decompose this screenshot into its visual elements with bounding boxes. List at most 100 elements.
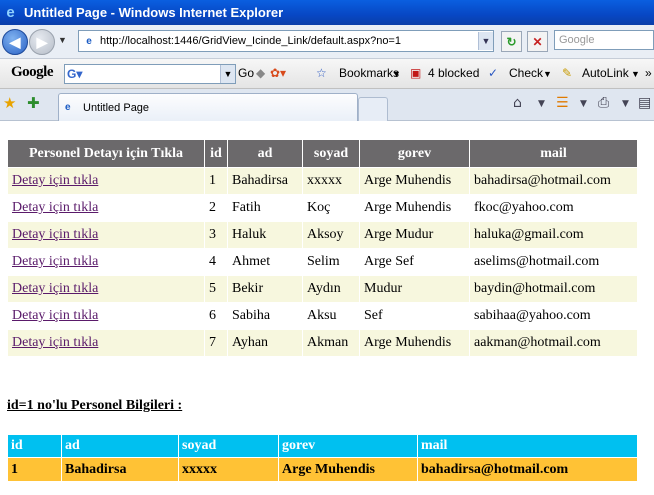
cell-mail: fkoc@yahoo.com xyxy=(469,194,638,222)
cell-ad: Haluk xyxy=(227,221,303,249)
check-dropdown-icon[interactable]: ▼ xyxy=(543,69,552,79)
print-icon[interactable]: ⎙ xyxy=(598,95,609,111)
address-input[interactable]: e http://localhost:1446/GridView_Icinde_… xyxy=(78,30,494,52)
cell-ad: Ayhan xyxy=(227,329,303,357)
popup-blocker-icon: ▣ xyxy=(410,66,422,80)
cell-gorev: Sef xyxy=(359,302,470,330)
cell-ad: Fatih xyxy=(227,194,303,222)
cell-id: 7 xyxy=(204,329,228,357)
cell-ad: Bekir xyxy=(227,275,303,303)
cell-id: 1 xyxy=(204,167,228,195)
forward-button[interactable]: ▶ xyxy=(29,29,55,55)
detail-link[interactable]: Detay için tıkla xyxy=(12,227,98,242)
refresh-button[interactable]: ↻ xyxy=(501,31,522,52)
autolink-icon: ✎ xyxy=(562,66,573,80)
detail-cell-mail: bahadirsa@hotmail.com xyxy=(417,457,638,482)
google-logo-text: Google xyxy=(11,64,54,80)
table-row: Detay için tıkla 7 Ayhan Akman Arge Muhe… xyxy=(7,329,638,357)
cell-soyad: Aksoy xyxy=(302,221,360,249)
cell-soyad: xxxxx xyxy=(302,167,360,195)
detail-link[interactable]: Detay için tıkla xyxy=(12,281,98,296)
table-row: Detay için tıkla 5 Bekir Aydın Mudur bay… xyxy=(7,275,638,303)
cell-soyad: Selim xyxy=(302,248,360,276)
cell-id: 3 xyxy=(204,221,228,249)
favorites-star-icon[interactable]: ★ xyxy=(3,94,16,112)
detail-heading: id=1 no'lu Personel Bilgileri : xyxy=(7,398,183,413)
detail-link-cell: Detay için tıkla xyxy=(7,167,205,195)
popup-blocked-button[interactable]: 4 blocked xyxy=(428,66,479,80)
spellcheck-button[interactable]: Check xyxy=(509,66,543,80)
personnel-grid: Personel Detayı için Tıkla id ad soyad g… xyxy=(7,139,638,357)
cell-id: 2 xyxy=(204,194,228,222)
home-icon[interactable]: ⌂ xyxy=(513,95,522,111)
gadget-icon[interactable]: ✿▾ xyxy=(270,66,286,80)
google-logo[interactable]: Google xyxy=(11,64,54,81)
window-titlebar: e Untitled Page - Windows Internet Explo… xyxy=(0,0,654,25)
cell-gorev: Arge Sef xyxy=(359,248,470,276)
detail-header-row: id ad soyad gorev mail xyxy=(7,434,638,458)
detail-link-cell: Detay için tıkla xyxy=(7,194,205,222)
detail-link[interactable]: Detay için tıkla xyxy=(12,200,98,215)
toolbar-overflow-icon[interactable]: » xyxy=(645,66,652,80)
detail-link-cell: Detay için tıkla xyxy=(7,221,205,249)
table-row: Detay için tıkla 2 Fatih Koç Arge Muhend… xyxy=(7,194,638,222)
detail-link-cell: Detay için tıkla xyxy=(7,329,205,357)
feeds-dropdown-icon[interactable]: ▼ xyxy=(580,99,587,109)
detail-link[interactable]: Detay için tıkla xyxy=(12,254,98,269)
google-go-button[interactable]: Go xyxy=(238,66,254,80)
detail-table: id ad soyad gorev mail 1 Bahadirsa xxxxx… xyxy=(7,434,638,482)
page-menu-icon[interactable]: ▤ xyxy=(638,95,651,111)
history-dropdown-icon[interactable]: ▼ xyxy=(58,35,67,45)
grid-header-ad: ad xyxy=(227,139,303,168)
table-row: Detay için tıkla 3 Haluk Aksoy Arge Mudu… xyxy=(7,221,638,249)
ie-logo-icon: e xyxy=(6,4,15,21)
google-g-icon: G▾ xyxy=(67,67,83,81)
tab-untitled-page[interactable]: e Untitled Page xyxy=(58,93,358,121)
back-button[interactable]: ◀ xyxy=(2,29,28,55)
google-search-input[interactable]: G▾ ▼ xyxy=(64,64,236,84)
address-toolbar: ◀ ▶ ▼ e http://localhost:1446/GridView_I… xyxy=(0,25,654,59)
cell-id: 5 xyxy=(204,275,228,303)
detail-link[interactable]: Detay için tıkla xyxy=(12,308,98,323)
cell-mail: sabihaa@yahoo.com xyxy=(469,302,638,330)
cell-ad: Sabiha xyxy=(227,302,303,330)
table-row: Detay için tıkla 1 Bahadirsa xxxxx Arge … xyxy=(7,167,638,195)
cell-mail: aselims@hotmail.com xyxy=(469,248,638,276)
detail-header-gorev: gorev xyxy=(278,434,418,458)
detail-header-ad: ad xyxy=(61,434,179,458)
detail-header-soyad: soyad xyxy=(178,434,279,458)
detail-cell-id: 1 xyxy=(7,457,62,482)
cell-id: 4 xyxy=(204,248,228,276)
detail-cell-gorev: Arge Muhendis xyxy=(278,457,418,482)
search-input[interactable]: Google xyxy=(554,30,654,50)
google-toolbar: Google G▾ ▼ Go ◆ ✿▾ ☆ Bookmarks ▼ ▣ 4 bl… xyxy=(0,59,654,89)
bookmarks-button[interactable]: Bookmarks xyxy=(339,66,399,80)
stop-button[interactable]: ✕ xyxy=(527,31,548,52)
home-dropdown-icon[interactable]: ▼ xyxy=(538,99,545,109)
new-tab-button[interactable] xyxy=(358,97,388,121)
feeds-icon[interactable]: ☰ xyxy=(556,95,569,111)
cell-gorev: Arge Muhendis xyxy=(359,194,470,222)
cell-soyad: Akman xyxy=(302,329,360,357)
table-row: Detay için tıkla 4 Ahmet Selim Arge Sef … xyxy=(7,248,638,276)
page-icon: e xyxy=(86,35,92,47)
autolink-button[interactable]: AutoLink xyxy=(582,66,629,80)
tab-bar: ★ ✚ e Untitled Page ⌂ ▼ ☰ ▼ ⎙ ▼ ▤ xyxy=(0,89,654,121)
detail-link[interactable]: Detay için tıkla xyxy=(12,335,98,350)
bookmarks-dropdown-icon[interactable]: ▼ xyxy=(392,69,401,79)
tab-page-icon: e xyxy=(65,102,71,113)
address-url[interactable]: http://localhost:1446/GridView_Icinde_Li… xyxy=(100,35,478,47)
google-search-dropdown-icon[interactable]: ▼ xyxy=(220,65,235,83)
print-dropdown-icon[interactable]: ▼ xyxy=(622,99,629,109)
cell-mail: aakman@hotmail.com xyxy=(469,329,638,357)
cell-ad: Ahmet xyxy=(227,248,303,276)
add-favorites-icon[interactable]: ✚ xyxy=(27,94,40,112)
cell-gorev: Mudur xyxy=(359,275,470,303)
arrow-icon: ◆ xyxy=(256,66,266,80)
detail-link[interactable]: Detay için tıkla xyxy=(12,173,98,188)
cell-id: 6 xyxy=(204,302,228,330)
autolink-dropdown-icon[interactable]: ▼ xyxy=(631,69,640,79)
cell-ad: Bahadirsa xyxy=(227,167,303,195)
address-dropdown-icon[interactable]: ▼ xyxy=(478,32,493,50)
detail-header-mail: mail xyxy=(417,434,638,458)
